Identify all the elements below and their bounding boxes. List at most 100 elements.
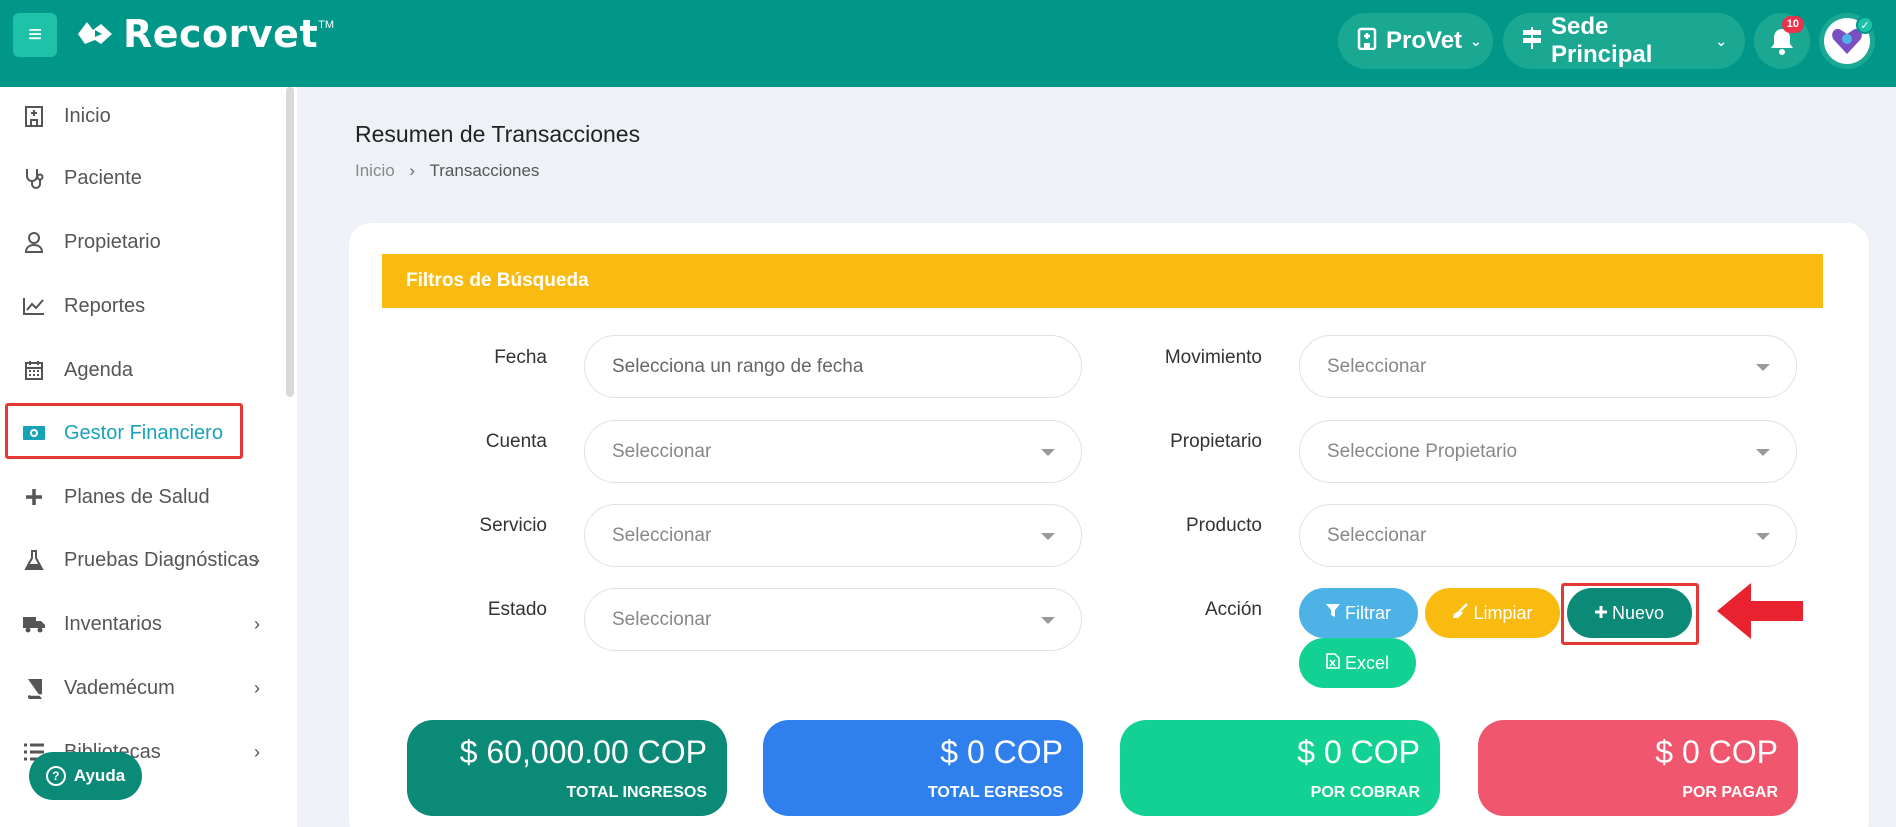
clinic-selector-label: ProVet xyxy=(1386,27,1463,54)
producto-select-value: Seleccionar xyxy=(1327,524,1427,546)
accion-label: Acción xyxy=(1204,599,1262,620)
sidebar-item-paciente[interactable]: Paciente xyxy=(0,153,280,203)
cuenta-select[interactable]: Seleccionar xyxy=(584,420,1082,483)
fecha-label: Fecha xyxy=(494,347,547,368)
sidebar-scrollbar[interactable] xyxy=(286,87,294,397)
caret-down-icon xyxy=(1041,533,1055,540)
stat-amount: $ 0 COP xyxy=(940,734,1063,770)
stat-amount: $ 0 COP xyxy=(1655,734,1778,770)
servicio-select[interactable]: Seleccionar xyxy=(584,504,1082,567)
brand-name: Recorvet xyxy=(123,12,319,56)
user-avatar-button[interactable]: ✓ xyxy=(1819,13,1875,69)
menu-toggle-button[interactable]: ≡ xyxy=(13,13,57,57)
stethoscope-icon xyxy=(21,167,47,189)
filter-icon xyxy=(1326,604,1340,622)
top-navbar: ≡ Recorvet TM ProVet ⌄ Sede Principal ⌄ … xyxy=(0,0,1896,87)
calendar-icon xyxy=(21,359,47,381)
producto-label: Producto xyxy=(1185,515,1262,536)
caret-down-icon xyxy=(1041,449,1055,456)
page-title: Resumen de Transacciones xyxy=(355,121,641,147)
stat-card-total-egresos: $ 0 COP TOTAL EGRESOS xyxy=(763,720,1083,816)
highlight-outline-nuevo xyxy=(1561,583,1699,645)
filtrar-label: Filtrar xyxy=(1345,602,1391,623)
sidebar-item-label: Pruebas Diagnósticas xyxy=(64,548,259,571)
stat-card-por-cobrar: $ 0 COP POR COBRAR xyxy=(1120,720,1440,816)
question-icon: ? xyxy=(45,766,66,786)
hospital-icon xyxy=(21,105,47,127)
red-arrow-pointer-icon xyxy=(1717,583,1803,639)
user-icon xyxy=(21,231,47,253)
chart-line-icon xyxy=(21,296,47,316)
chevron-down-icon: ⌄ xyxy=(1470,32,1482,49)
estado-select-value: Seleccionar xyxy=(612,608,712,630)
signpost-icon xyxy=(1521,26,1543,56)
brand-logo[interactable]: Recorvet TM xyxy=(75,12,334,56)
producto-select[interactable]: Seleccionar xyxy=(1299,504,1797,567)
breadcrumb-current: Transacciones xyxy=(429,161,540,180)
breadcrumb-home-link[interactable]: Inicio xyxy=(355,161,395,180)
sidebar-item-inventarios[interactable]: Inventarios › xyxy=(0,599,280,649)
stat-amount: $ 0 COP xyxy=(1297,734,1420,770)
stat-label: TOTAL INGRESOS xyxy=(566,784,707,801)
breadcrumb-separator-icon: › xyxy=(409,161,416,180)
sidebar-item-planes-de-salud[interactable]: Planes de Salud xyxy=(0,472,280,522)
truck-icon xyxy=(21,615,47,633)
verified-check-icon: ✓ xyxy=(1856,16,1874,34)
stat-label: POR COBRAR xyxy=(1310,784,1420,801)
branch-selector[interactable]: Sede Principal ⌄ xyxy=(1503,13,1745,69)
sidebar-item-label: Vademécum xyxy=(64,676,175,699)
stat-label: POR PAGAR xyxy=(1682,784,1778,801)
cuenta-select-value: Seleccionar xyxy=(612,440,712,462)
cuenta-label: Cuenta xyxy=(485,431,547,452)
sidebar-item-pruebas-diagnosticas[interactable]: Pruebas Diagnósticas › xyxy=(0,535,280,585)
help-label: Ayuda xyxy=(73,766,126,785)
excel-file-icon xyxy=(1326,653,1340,673)
fox-logo-icon xyxy=(78,22,112,44)
sidebar-item-label: Reportes xyxy=(64,294,146,317)
fecha-placeholder: Selecciona un rango de fecha xyxy=(612,355,864,377)
stat-card-total-ingresos: $ 60,000.00 COP TOTAL INGRESOS xyxy=(407,720,727,816)
sidebar-item-reportes[interactable]: Reportes xyxy=(0,281,280,331)
movimiento-select-value: Seleccionar xyxy=(1327,355,1427,377)
stat-label: TOTAL EGRESOS xyxy=(927,784,1063,801)
filtrar-button[interactable]: Filtrar xyxy=(1299,588,1418,638)
branch-selector-label: Sede Principal xyxy=(1551,13,1653,68)
estado-select[interactable]: Seleccionar xyxy=(584,588,1082,651)
sidebar-item-label: Inventarios xyxy=(64,612,162,635)
caret-down-icon xyxy=(1041,617,1055,624)
excel-button[interactable]: Excel xyxy=(1299,638,1416,688)
notifications-button[interactable]: 10 xyxy=(1754,13,1810,69)
movimiento-select[interactable]: Seleccionar xyxy=(1299,335,1797,398)
highlight-outline-gestor-financiero xyxy=(5,403,243,459)
propietario-select[interactable]: Seleccione Propietario xyxy=(1299,420,1797,483)
propietario-label: Propietario xyxy=(1170,431,1262,452)
propietario-select-value: Seleccione Propietario xyxy=(1327,440,1518,462)
sidebar-item-inicio[interactable]: Inicio xyxy=(0,91,280,141)
movimiento-label: Movimiento xyxy=(1164,347,1262,368)
breadcrumb: Inicio › Transacciones xyxy=(355,161,539,181)
caret-down-icon xyxy=(1756,449,1770,456)
caret-down-icon xyxy=(1756,533,1770,540)
sidebar-item-label: Propietario xyxy=(64,230,161,253)
stat-amount: $ 60,000.00 COP xyxy=(459,734,707,770)
sidebar-item-agenda[interactable]: Agenda xyxy=(0,345,280,395)
fecha-range-input[interactable]: Selecciona un rango de fecha xyxy=(584,335,1082,398)
servicio-select-value: Seleccionar xyxy=(612,524,712,546)
clinic-icon xyxy=(1356,26,1378,56)
trademark: TM xyxy=(318,19,335,31)
sidebar-item-vademecum[interactable]: Vademécum › xyxy=(0,663,280,713)
plus-icon xyxy=(21,488,47,506)
chevron-right-icon: › xyxy=(254,549,260,570)
sidebar-item-label: Inicio xyxy=(64,104,111,127)
notification-count-badge: 10 xyxy=(1781,16,1804,33)
help-button[interactable]: ? Ayuda xyxy=(29,752,142,800)
flask-icon xyxy=(21,549,47,571)
sidebar-item-propietario[interactable]: Propietario xyxy=(0,217,280,267)
estado-label: Estado xyxy=(487,599,547,620)
hamburger-icon: ≡ xyxy=(27,21,42,48)
clinic-selector[interactable]: ProVet ⌄ xyxy=(1338,13,1493,69)
stat-card-por-pagar: $ 0 COP POR PAGAR xyxy=(1478,720,1798,816)
limpiar-button[interactable]: Limpiar xyxy=(1425,588,1560,638)
sidebar-item-label: Agenda xyxy=(64,358,133,381)
book-icon xyxy=(21,677,47,699)
